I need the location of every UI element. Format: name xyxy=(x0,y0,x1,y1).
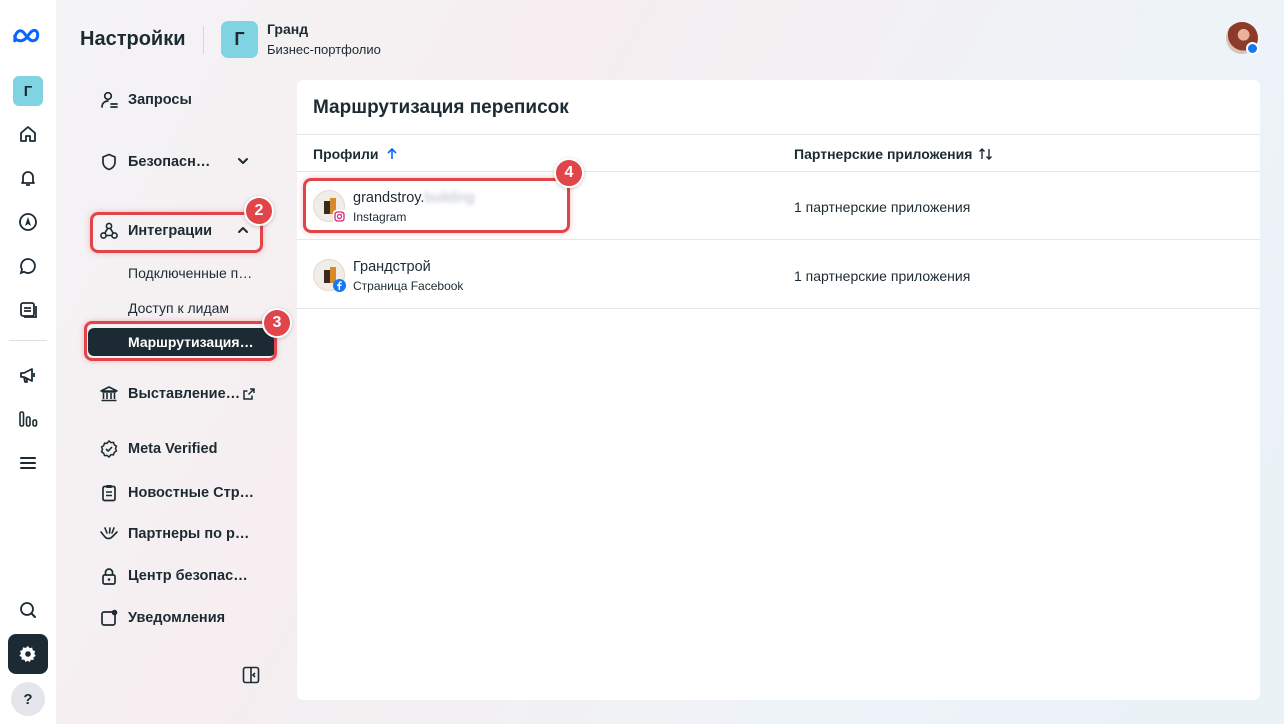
highlight-instagram-profile xyxy=(303,178,570,233)
megaphone-icon[interactable] xyxy=(10,357,46,393)
account-avatar[interactable]: Г xyxy=(13,76,43,106)
sort-toggle-icon[interactable] xyxy=(978,147,994,161)
nav-item-security-center[interactable]: Центр безопас… xyxy=(84,558,274,594)
column-header-partner-apps[interactable]: Партнерские приложения xyxy=(794,146,994,162)
nav-item-label: Новостные Стр… xyxy=(128,485,255,501)
left-rail: Г ? xyxy=(0,0,56,724)
bar-chart-icon[interactable] xyxy=(10,401,46,437)
portfolio-avatar[interactable]: Г xyxy=(221,21,258,58)
compass-icon[interactable] xyxy=(10,204,46,240)
nav-item-billing[interactable]: Выставление… xyxy=(84,376,274,412)
bell-icon[interactable] xyxy=(10,160,46,196)
help-icon[interactable]: ? xyxy=(11,682,45,716)
collapse-panel-icon[interactable] xyxy=(241,665,261,685)
facebook-icon xyxy=(333,279,346,292)
clipboard-icon xyxy=(98,482,120,504)
portfolio-type: Бизнес-портфолио xyxy=(267,42,381,57)
nav-item-label: Безопасн… xyxy=(128,154,211,170)
table-row[interactable]: Грандстрой Страница Facebook 1 партнерск… xyxy=(297,241,1260,309)
verified-badge-icon xyxy=(98,438,120,460)
nav-item-label: Партнеры по р… xyxy=(128,526,250,542)
rail-bottom: ? xyxy=(0,584,56,716)
highlight-integrations xyxy=(90,212,263,253)
card-title-divider xyxy=(297,134,1260,135)
nav-item-label: Meta Verified xyxy=(128,441,218,457)
search-icon[interactable] xyxy=(10,592,46,628)
meta-logo-icon[interactable] xyxy=(11,26,45,46)
nav-item-notifications[interactable]: Уведомления xyxy=(84,600,274,636)
pages-icon[interactable] xyxy=(10,292,46,328)
card-title: Маршрутизация переписок xyxy=(313,97,569,118)
profile-name: Грандстрой xyxy=(353,259,431,275)
highlight-routing xyxy=(84,321,277,361)
nav-item-security[interactable]: Безопасн… xyxy=(84,144,274,180)
nav-item-partners[interactable]: Партнеры по р… xyxy=(84,516,274,552)
header-divider xyxy=(203,26,204,54)
nav-item-label: Уведомления xyxy=(128,610,226,626)
column-header-profiles[interactable]: Профили xyxy=(313,146,399,162)
nav-sub-connected-apps[interactable]: Подключенные п… xyxy=(128,265,252,281)
page-title: Настройки xyxy=(80,28,186,50)
gear-icon[interactable] xyxy=(8,634,48,674)
sort-ascending-icon[interactable] xyxy=(385,147,399,161)
lock-icon xyxy=(98,565,120,587)
step-badge-4: 4 xyxy=(554,158,584,188)
step-badge-2: 2 xyxy=(244,196,274,226)
chat-icon[interactable] xyxy=(10,248,46,284)
notification-square-icon xyxy=(98,607,120,629)
nav-item-meta-verified[interactable]: Meta Verified xyxy=(84,431,274,467)
bank-icon xyxy=(98,383,120,405)
column-header-label: Профили xyxy=(313,146,379,162)
facebook-badge-icon xyxy=(1246,42,1259,55)
home-icon[interactable] xyxy=(10,116,46,152)
nav-sub-lead-access[interactable]: Доступ к лидам xyxy=(128,300,229,316)
chevron-down-icon[interactable] xyxy=(236,154,250,168)
handshake-icon xyxy=(98,523,120,545)
rail-divider xyxy=(9,340,47,341)
portfolio-name[interactable]: Гранд xyxy=(267,21,308,37)
shield-icon xyxy=(98,151,120,173)
nav-item-requests[interactable]: Запросы xyxy=(84,82,274,118)
nav-item-news-pages[interactable]: Новостные Стр… xyxy=(84,475,274,511)
step-badge-3: 3 xyxy=(262,308,292,338)
column-header-label: Партнерские приложения xyxy=(794,146,973,162)
partner-apps-count: 1 партнерские приложения xyxy=(794,268,971,284)
person-request-icon xyxy=(98,89,120,111)
nav-item-label: Запросы xyxy=(128,92,192,108)
menu-icon[interactable] xyxy=(10,445,46,481)
nav-item-label: Центр безопас… xyxy=(128,568,248,584)
profile-platform: Страница Facebook xyxy=(353,279,464,293)
partner-apps-count: 1 партнерские приложения xyxy=(794,199,971,215)
external-link-icon[interactable] xyxy=(242,387,256,401)
routing-card: Маршрутизация переписок Профили Партнерс… xyxy=(297,80,1260,700)
nav-item-label: Выставление… xyxy=(128,386,241,402)
